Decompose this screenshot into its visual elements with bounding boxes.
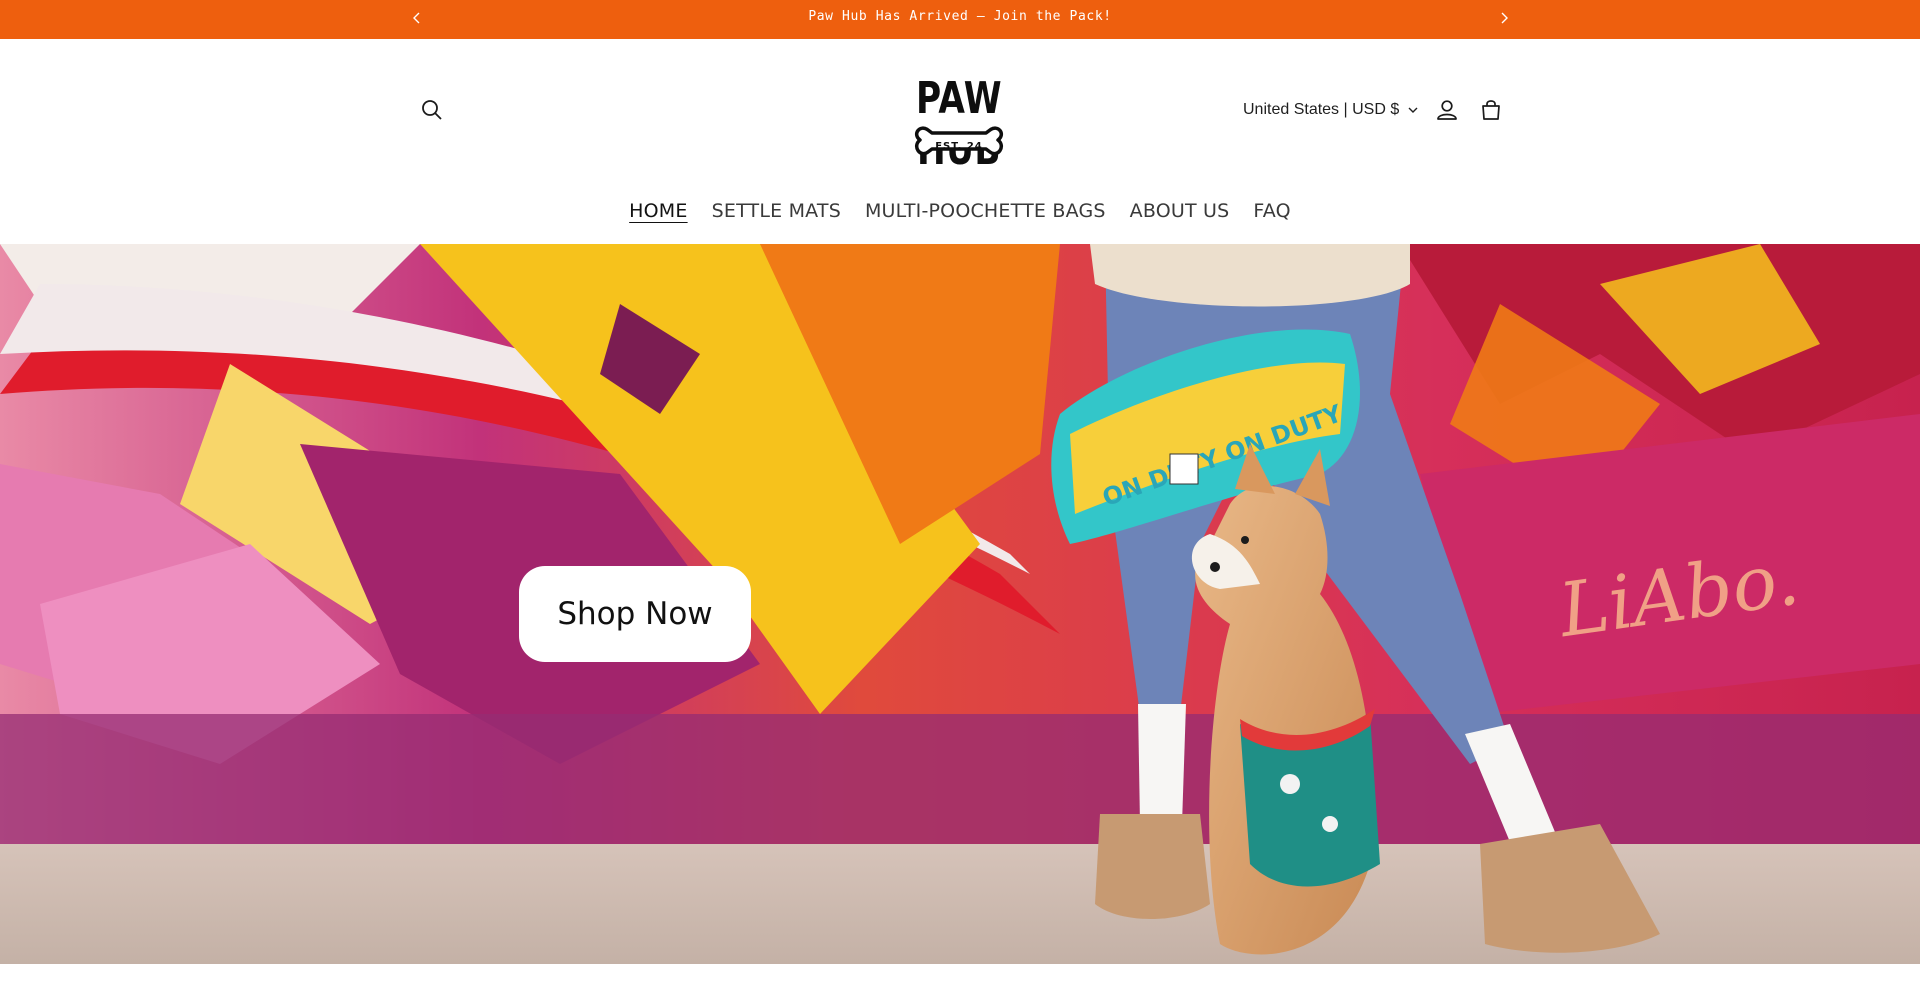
chevron-right-icon[interactable] <box>1494 8 1514 28</box>
shop-now-button[interactable]: Shop Now <box>519 566 751 662</box>
hero-image: LiAbo. ON DUTY ON DUTY <box>0 244 1920 964</box>
locale-label: United States | USD $ <box>1243 101 1400 118</box>
account-icon[interactable] <box>1434 97 1460 123</box>
main-navigation: HOME SETTLE MATS MULTI-POOCHETTE BAGS AB… <box>0 200 1920 222</box>
nav-item-multi-poochette-bags[interactable]: MULTI-POOCHETTE BAGS <box>865 200 1106 222</box>
country-currency-selector[interactable]: United States | USD $ <box>1243 101 1419 119</box>
hero-banner: LiAbo. ON DUTY ON DUTY Shop Now <box>0 244 1920 964</box>
announcement-bar: Paw Hub Has Arrived — Join the Pack! <box>0 0 1920 39</box>
announcement-text: Paw Hub Has Arrived — Join the Pack! <box>808 9 1112 24</box>
nav-item-faq[interactable]: FAQ <box>1253 200 1290 222</box>
site-logo[interactable]: PAW HUB EST. 24 <box>884 72 1034 197</box>
cart-icon[interactable] <box>1478 97 1504 123</box>
logo-badge-text: EST. 24 <box>935 141 983 152</box>
nav-item-home[interactable]: HOME <box>629 200 687 222</box>
page-bottom-strip <box>0 964 1920 993</box>
nav-item-about-us[interactable]: ABOUT US <box>1130 200 1230 222</box>
search-icon[interactable] <box>419 97 445 123</box>
site-header: PAW HUB EST. 24 United States | USD $ HO… <box>0 39 1920 244</box>
nav-item-settle-mats[interactable]: SETTLE MATS <box>712 200 841 222</box>
chevron-down-icon <box>1408 107 1418 113</box>
